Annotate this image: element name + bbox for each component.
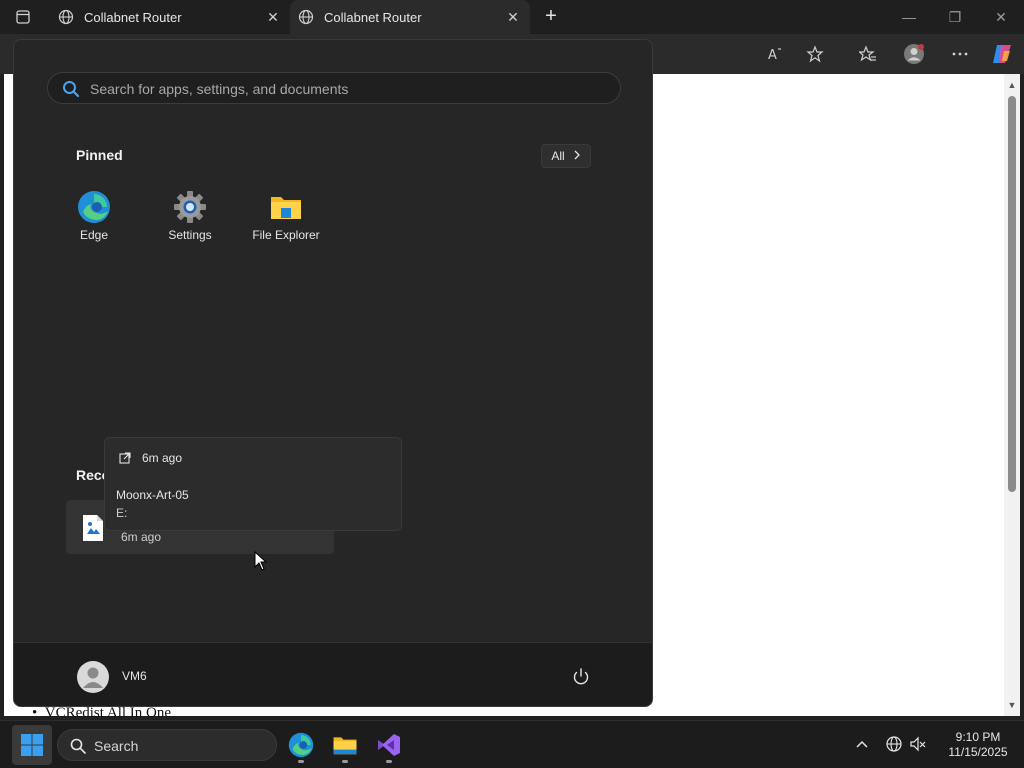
profile-icon[interactable] [902,42,926,66]
start-menu: Pinned All Edge Settings File Explorer [13,39,653,707]
taskbar-search[interactable]: Search [57,729,277,761]
running-indicator [298,760,304,763]
windows-logo-icon [21,734,43,756]
restore-icon[interactable]: ❐ [932,0,978,34]
taskbar: Search 9:10 PM 11/15/2025 [0,720,1024,768]
tooltip-file-name: Moonx-Art-05 [116,488,189,502]
app-label: File Explorer [252,228,320,242]
chevron-right-icon [573,149,581,163]
pinned-app-file-explorer[interactable]: File Explorer [238,190,334,250]
visual-studio-icon [378,734,400,756]
globe-icon [298,9,314,25]
app-label: Settings [168,228,212,242]
pinned-title: Pinned [76,147,123,163]
read-aloud-icon[interactable]: A [763,42,787,66]
power-icon[interactable] [570,666,592,688]
tooltip-file-path: E: [116,506,128,520]
recent-file-tooltip: 6m ago Moonx-Art-05 E: [104,437,402,531]
close-tab-icon[interactable]: ✕ [504,8,522,26]
more-icon[interactable] [948,42,972,66]
page-link[interactable]: VCRedist All In One [45,705,171,721]
page-scrollbar[interactable]: ▲ ▼ [1004,74,1020,716]
browser-titlebar: Collabnet Router ✕ Collabnet Router ✕ + … [0,0,1024,34]
scroll-thumb[interactable] [1008,96,1016,492]
desktop: Collabnet Router ✕ Collabnet Router ✕ + … [0,0,1024,768]
chevron-up-icon[interactable] [853,735,871,753]
search-icon [62,80,80,98]
svg-text:A: A [768,48,777,63]
search-icon [70,738,86,754]
all-apps-button[interactable]: All [541,144,591,168]
start-search-input[interactable] [90,79,600,99]
tooltip-time: 6m ago [142,451,183,465]
taskbar-visual-studio[interactable] [371,727,407,763]
taskbar-file-explorer[interactable] [327,727,363,763]
edge-icon [288,732,314,758]
start-footer: VM6 [14,642,652,706]
user-name[interactable]: VM6 [122,669,147,683]
favorites-icon[interactable] [856,42,880,66]
tab-title: Collabnet Router [324,9,422,25]
avatar[interactable] [77,661,109,693]
pinned-app-edge[interactable]: Edge [46,190,142,250]
tab-title: Collabnet Router [84,9,182,25]
running-indicator [386,760,392,763]
new-tab-icon[interactable]: + [540,6,562,28]
browser-tab[interactable]: Collabnet Router ✕ [50,0,290,34]
folder-icon [269,190,303,224]
favorite-star-icon[interactable] [803,42,827,66]
browser-tab-active[interactable]: Collabnet Router ✕ [290,0,530,34]
tab-actions-icon[interactable] [12,8,34,26]
copilot-icon[interactable] [990,42,1014,66]
scroll-up-icon[interactable]: ▲ [1007,80,1017,90]
close-window-icon[interactable]: ✕ [978,0,1024,34]
volume-muted-icon[interactable] [909,735,927,753]
file-explorer-icon [333,737,357,755]
scroll-down-icon[interactable]: ▼ [1007,700,1017,710]
mouse-cursor-icon [254,550,268,571]
start-search-box[interactable] [47,72,621,104]
all-apps-label: All [551,149,565,163]
running-indicator [342,760,348,763]
network-globe-icon[interactable] [885,735,903,753]
globe-icon [58,9,74,25]
clock-date: 11/15/2025 [948,745,1008,759]
clock-time: 9:10 PM [955,730,1001,744]
edge-icon [77,190,111,224]
app-label: Edge [79,228,109,242]
minimize-icon[interactable]: — [886,0,932,34]
taskbar-clock[interactable]: 9:10 PM 11/15/2025 [938,730,1018,760]
start-button[interactable] [12,725,52,765]
open-external-icon [119,451,131,464]
image-file-icon [82,514,104,542]
taskbar-search-label: Search [94,738,139,754]
pinned-app-settings[interactable]: Settings [142,190,238,250]
taskbar-edge[interactable] [283,727,319,763]
recent-file-time: 6m ago [121,530,162,544]
close-tab-icon[interactable]: ✕ [264,8,282,26]
settings-gear-icon [173,190,207,224]
